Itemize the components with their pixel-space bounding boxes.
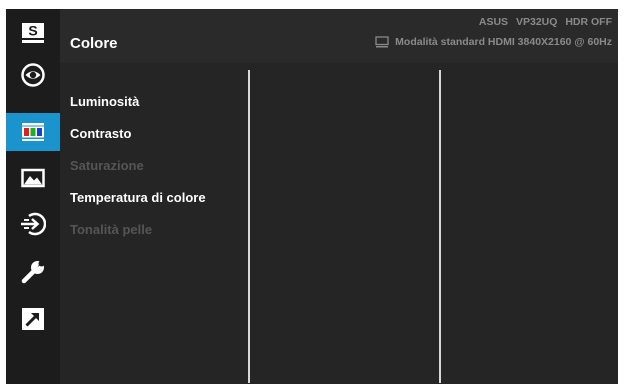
input-select-icon [21, 212, 46, 236]
column-divider-2 [439, 70, 441, 383]
header: Colore ASUS VP32UQ HDR OFF Modalità stan… [60, 9, 618, 63]
blue-light-filter-button[interactable] [6, 56, 60, 94]
menu-item-luminosita[interactable]: Luminosità [70, 94, 139, 109]
sidebar: S [6, 9, 60, 384]
eye-icon [21, 63, 45, 87]
image-menu-button[interactable] [6, 159, 60, 197]
osd-window: S Colore ASUS VP32UQ HDR OFF Modalità st… [6, 9, 618, 384]
wrench-icon [21, 259, 46, 284]
monitor-icon [375, 36, 389, 48]
column-divider-1 [248, 70, 250, 383]
system-setup-button[interactable] [6, 253, 60, 291]
mode-status: Modalità standard HDMI 3840X2160 @ 60Hz [375, 36, 612, 48]
menu-item-saturazione: Saturazione [70, 158, 144, 173]
shortcut-icon [22, 308, 44, 330]
color-bars-icon [22, 123, 44, 141]
splendid-icon-label: S [28, 23, 37, 39]
image-icon [21, 168, 45, 188]
mode-info-text: Modalità standard HDMI 3840X2160 @ 60Hz [395, 36, 612, 48]
splendid-icon: S [22, 23, 44, 43]
model-label: VP32UQ [515, 16, 558, 28]
menu-item-contrasto[interactable]: Contrasto [70, 126, 131, 141]
input-select-button[interactable] [6, 205, 60, 243]
hdr-status: HDR OFF [565, 16, 612, 28]
brand-label: ASUS [478, 16, 509, 28]
menu-item-temperatura-colore[interactable]: Temperatura di colore [70, 190, 206, 205]
page-title: Colore [70, 35, 118, 52]
monitor-model-info: ASUS VP32UQ HDR OFF [474, 16, 612, 28]
menu-item-tonalita-pelle: Tonalità pelle [70, 222, 153, 237]
color-menu-button[interactable] [6, 113, 60, 151]
shortcut-button[interactable] [6, 300, 60, 338]
splendid-button[interactable]: S [6, 14, 60, 52]
